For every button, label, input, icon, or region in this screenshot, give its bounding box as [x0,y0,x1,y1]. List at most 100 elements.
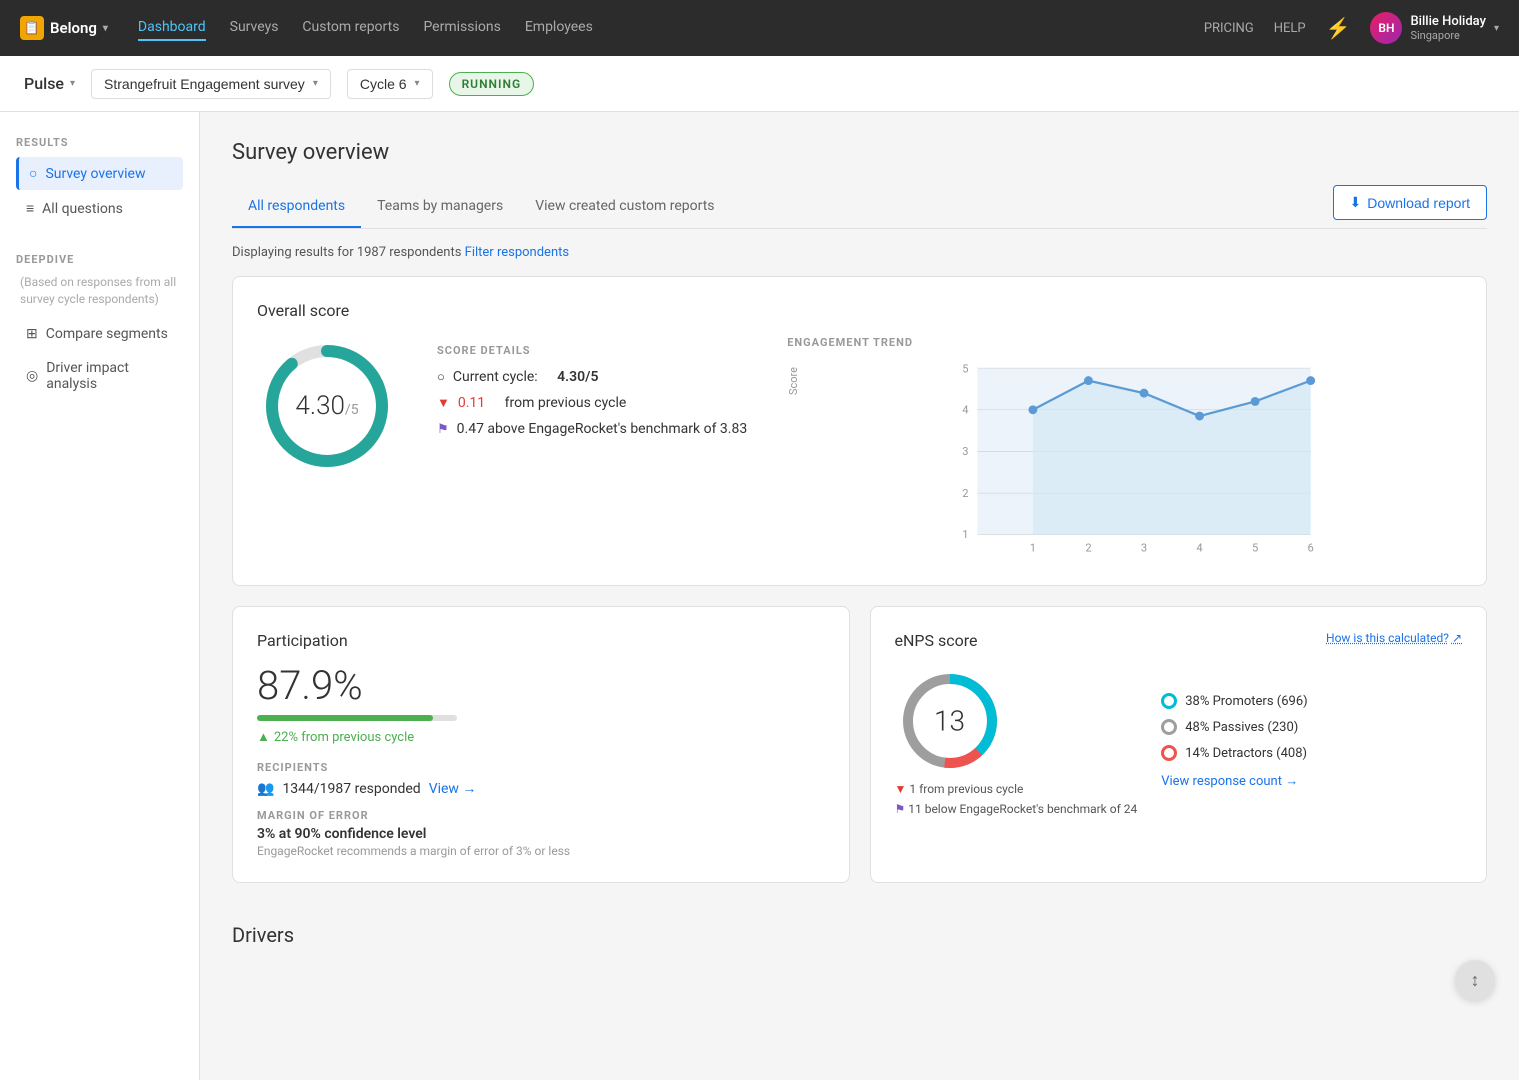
y-axis-label: Score [787,367,800,395]
user-menu[interactable]: BH Billie Holiday Singapore ▾ [1370,12,1499,44]
svg-text:1: 1 [1030,541,1036,554]
svg-text:5: 5 [1252,541,1258,554]
score-details-label: SCORE DETAILS [437,344,747,357]
status-badge: RUNNING [449,72,535,96]
tab-all-respondents[interactable]: All respondents [232,186,361,228]
user-chevron: ▾ [1494,23,1499,34]
passives-item: 48% Passives (230) [1161,719,1307,735]
promoters-item: 38% Promoters (696) [1161,693,1307,709]
main-content: Survey overview All respondents Teams by… [200,112,1519,1080]
nav-permissions[interactable]: Permissions [423,15,500,41]
change-suffix: from previous cycle [505,395,627,411]
deepdive-note: (Based on responses from all survey cycl… [16,274,183,308]
overall-score-card: Overall score 4.30/5 SCORE DETAILS [232,276,1487,586]
filter-respondents-link[interactable]: Filter respondents [465,245,569,260]
main-layout: RESULTS ○ Survey overview ≡ All question… [0,112,1519,1080]
promoter-dot [1161,693,1177,709]
pulse-chevron: ▾ [70,78,75,89]
participation-title: Participation [257,631,825,650]
tab-teams-by-managers[interactable]: Teams by managers [361,186,519,228]
margin-label: MARGIN OF ERROR [257,809,825,822]
tabs: All respondents Teams by managers View c… [232,186,731,227]
scroll-icon: ↕ [1471,970,1480,991]
app-name: Belong [50,19,97,37]
enps-number: 13 [934,705,965,738]
survey-selector[interactable]: Strangefruit Engagement survey ▾ [91,69,331,99]
current-cycle-val: 4.30/5 [557,369,598,385]
help-link[interactable]: HELP [1274,21,1306,36]
pulse-label[interactable]: Pulse ▾ [24,74,75,93]
deepdive-section: DEEPDIVE (Based on responses from all su… [16,253,183,400]
score-center: 4.30/5 [295,391,358,421]
enps-donut-section: 13 ▼ 1 from previous cycle ⚑ 11 below En… [895,666,1138,816]
sidebar: RESULTS ○ Survey overview ≡ All question… [0,112,200,1080]
enps-title: eNPS score [895,631,978,650]
nav-surveys[interactable]: Surveys [230,15,279,41]
pricing-link[interactable]: PRICING [1204,21,1254,36]
participation-percentage: 87.9% [257,662,825,709]
download-report-button[interactable]: ⬇ Download report [1333,185,1487,220]
tab-custom-reports[interactable]: View created custom reports [519,186,730,228]
enps-change: ▼ 1 from previous cycle [895,782,1138,796]
score-donut: 4.30/5 [257,336,397,476]
recipients-section: RECIPIENTS 👥 1344/1987 responded View → [257,761,825,797]
scroll-button[interactable]: ↕ [1455,960,1495,1000]
passive-dot [1161,719,1177,735]
deepdive-label: DEEPDIVE [16,253,183,266]
recipients-value: 👥 1344/1987 responded View → [257,780,825,797]
sidebar-item-compare-segments[interactable]: ⊞ Compare segments [16,318,183,350]
notification-icon[interactable]: ⚡ [1326,16,1351,40]
app-logo[interactable]: 📋 Belong ▾ [20,16,108,40]
trend-chart-container: Score [787,357,1462,561]
user-location: Singapore [1410,29,1486,42]
y-axis: Score [787,357,800,561]
svg-text:2: 2 [1086,541,1092,554]
participation-card: Participation 87.9% ▲ 22% from previous … [232,606,850,883]
trend-section: ENGAGEMENT TREND Score [787,336,1462,561]
detractors-item: 14% Detractors (408) [1161,745,1307,761]
margin-value: 3% at 90% confidence level [257,826,825,842]
svg-text:3: 3 [1141,541,1147,554]
drivers-title: Drivers [232,923,1487,947]
trend-label: ENGAGEMENT TREND [787,336,1462,349]
svg-text:5: 5 [962,363,968,376]
benchmark-label: 0.47 above EngageRocket's benchmark of 3… [457,421,748,437]
enps-legend-section: 38% Promoters (696) 48% Passives (230) 1… [1161,693,1307,789]
results-section-label: RESULTS [16,136,183,149]
cycle-selector[interactable]: Cycle 6 ▾ [347,69,433,99]
tabs-bar: All respondents Teams by managers View c… [232,185,1487,229]
change-detail: ▼ 0.11 from previous cycle [437,395,747,411]
view-response-link[interactable]: View response count → [1161,773,1307,789]
detractor-dot [1161,745,1177,761]
nav-custom-reports[interactable]: Custom reports [302,15,399,41]
flag-icon: ⚑ [437,422,449,437]
filter-line: Displaying results for 1987 respondents … [232,245,1487,260]
view-recipients-link[interactable]: View → [429,780,477,797]
sidebar-item-survey-overview[interactable]: ○ Survey overview [16,157,183,190]
benchmark-detail: ⚑ 0.47 above EngageRocket's benchmark of… [437,421,747,437]
score-denom: /5 [345,402,359,418]
enps-down-icon: ▼ [895,782,910,796]
nav-dashboard[interactable]: Dashboard [138,15,206,41]
main-navigation: Dashboard Surveys Custom reports Permiss… [138,15,1174,41]
enps-inner: 13 ▼ 1 from previous cycle ⚑ 11 below En… [895,666,1463,816]
sidebar-item-driver-impact[interactable]: ◎ Driver impact analysis [16,352,183,400]
enps-flag-icon: ⚑ [895,802,909,816]
top-nav-right: PRICING HELP ⚡ BH Billie Holiday Singapo… [1204,12,1499,44]
all-questions-icon: ≡ [26,200,34,217]
enps-calc-link[interactable]: How is this calculated? ↗ [1326,631,1462,645]
enps-benchmark: ⚑ 11 below EngageRocket's benchmark of 2… [895,802,1138,816]
svg-text:1: 1 [962,528,968,541]
chart-area: 5 4 3 2 1 1 2 3 4 5 6 [804,357,1462,561]
nav-employees[interactable]: Employees [525,15,593,41]
subheader: Pulse ▾ Strangefruit Engagement survey ▾… [0,56,1519,112]
circle-icon: ○ [437,369,445,385]
user-name: Billie Holiday [1410,14,1486,29]
current-cycle-detail: ○ Current cycle: 4.30/5 [437,369,747,385]
change-val: 0.11 [458,395,485,411]
driver-impact-icon: ◎ [26,368,38,384]
avatar: BH [1370,12,1402,44]
bottom-cards: Participation 87.9% ▲ 22% from previous … [232,606,1487,903]
sidebar-item-all-questions[interactable]: ≡ All questions [16,192,183,225]
current-cycle-label: Current cycle: [453,369,538,385]
